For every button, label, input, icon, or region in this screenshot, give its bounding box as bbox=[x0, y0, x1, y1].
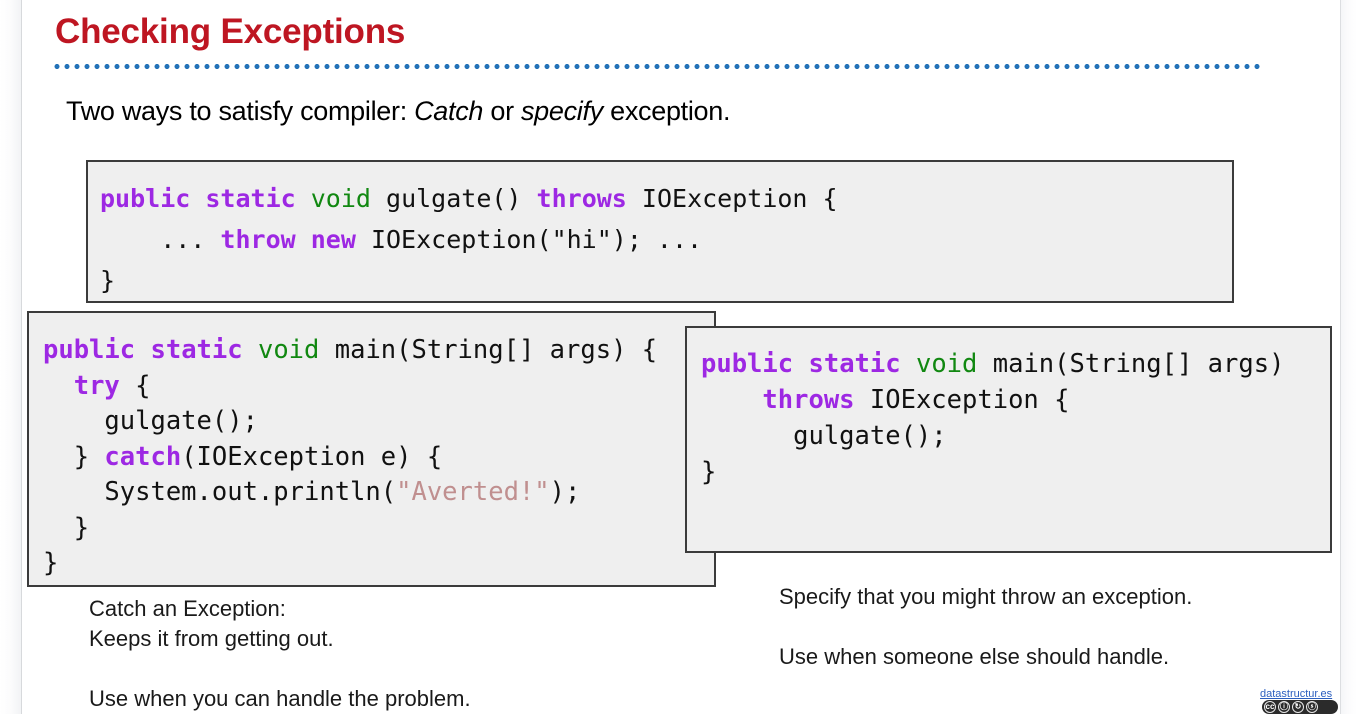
code-line: gulgate(); bbox=[43, 406, 258, 436]
slide-right-border bbox=[1340, 0, 1341, 714]
slide-right-margin bbox=[1340, 0, 1357, 714]
code-token: IOException { bbox=[626, 184, 838, 213]
code-token: } bbox=[43, 512, 90, 543]
title-dotted-divider bbox=[52, 64, 1260, 69]
code-token: } bbox=[100, 266, 116, 295]
code-token: ... bbox=[100, 225, 221, 254]
subtitle-trail: exception. bbox=[602, 96, 731, 126]
license-mark-cc-icon: cc bbox=[1264, 701, 1276, 713]
code-line: } catch(IOException e) { bbox=[43, 442, 442, 472]
code-token-kw: static bbox=[808, 349, 901, 379]
subtitle-emphasis-catch: Catch bbox=[414, 96, 484, 126]
license-mark-by-icon: ⓘ bbox=[1278, 701, 1290, 713]
slide-left-margin bbox=[0, 0, 21, 714]
code-line: public static void main(String[] args) bbox=[701, 349, 1284, 379]
subtitle-lead: Two ways to satisfy compiler: bbox=[66, 96, 415, 126]
code-line: throws IOException { bbox=[701, 385, 1069, 415]
page-title: Checking Exceptions bbox=[55, 12, 406, 51]
code-token-kwt: void bbox=[257, 335, 320, 365]
code-token-kw: public bbox=[100, 184, 191, 213]
code-line: System.out.println("Averted!"); bbox=[43, 477, 580, 507]
code-token-kw: public bbox=[701, 349, 794, 379]
code-token-kw: public bbox=[43, 335, 136, 365]
code-token-kw: throws bbox=[762, 385, 855, 415]
code-token: gulgate(); bbox=[43, 406, 258, 436]
code-token: IOException { bbox=[854, 385, 1070, 415]
code-token: } bbox=[43, 548, 59, 578]
code-line: } bbox=[100, 266, 115, 295]
code-line: } bbox=[43, 548, 58, 578]
code-token: ); bbox=[549, 477, 581, 507]
slide-subtitle: Two ways to satisfy compiler: Catch or s… bbox=[66, 96, 731, 127]
license-mark-nc-icon: ⓢ bbox=[1306, 701, 1318, 713]
code-token-kw: static bbox=[205, 184, 296, 213]
code-line: public static void gulgate() throws IOEx… bbox=[100, 184, 838, 213]
code-token-str: "Averted!" bbox=[396, 477, 550, 507]
code-line: public static void main(String[] args) { bbox=[43, 335, 657, 365]
code-token: gulgate(); bbox=[701, 421, 947, 451]
code-line: } bbox=[43, 513, 89, 543]
license-mark-sa-icon: ↻ bbox=[1292, 701, 1304, 713]
code-line: try { bbox=[43, 371, 151, 401]
subtitle-emphasis-specify: specify bbox=[520, 96, 603, 126]
creative-commons-license-badge[interactable]: cc ⓘ ↻ ⓢ bbox=[1262, 700, 1338, 714]
code-token-kw: new bbox=[310, 225, 356, 254]
code-token-kw: throws bbox=[536, 184, 627, 213]
catch-explanation-text: Catch an Exception: Keeps it from gettin… bbox=[89, 596, 471, 711]
subtitle-conjunction: or bbox=[483, 96, 521, 126]
code-token: } bbox=[701, 457, 717, 487]
specify-explanation-text: Specify that you might throw an exceptio… bbox=[779, 584, 1193, 669]
code-token: { bbox=[119, 370, 151, 401]
code-token: gulgate() bbox=[370, 184, 537, 213]
code-token-kw: static bbox=[150, 335, 243, 365]
code-token: main(String[] args) { bbox=[319, 335, 658, 365]
slide-canvas: Checking Exceptions Two ways to satisfy … bbox=[0, 0, 1357, 714]
attribution-link[interactable]: datastructur.es bbox=[1260, 688, 1332, 700]
code-token-kw: try bbox=[73, 370, 120, 401]
code-line: } bbox=[701, 457, 716, 487]
code-token: System.out.println( bbox=[43, 477, 397, 507]
code-block-gulgate-throws: public static void gulgate() throws IOEx… bbox=[86, 160, 1234, 303]
code-token-kwt: void bbox=[310, 184, 371, 213]
code-line: gulgate(); bbox=[701, 421, 947, 451]
code-token-kw: catch bbox=[104, 441, 182, 472]
code-token-kwt: void bbox=[915, 349, 978, 379]
code-token-kw: throw bbox=[220, 225, 296, 254]
code-line: ... throw new IOException("hi"); ... bbox=[100, 225, 702, 254]
code-block-throws-declaration: public static void main(String[] args) t… bbox=[685, 326, 1332, 553]
slide-left-border bbox=[21, 0, 22, 714]
code-token: IOException("hi"); ... bbox=[355, 225, 703, 254]
code-token: main(String[] args) bbox=[977, 349, 1285, 379]
code-token: (IOException e) { bbox=[181, 441, 443, 472]
code-block-try-catch: public static void main(String[] args) {… bbox=[27, 311, 716, 587]
code-token: } bbox=[43, 441, 105, 472]
